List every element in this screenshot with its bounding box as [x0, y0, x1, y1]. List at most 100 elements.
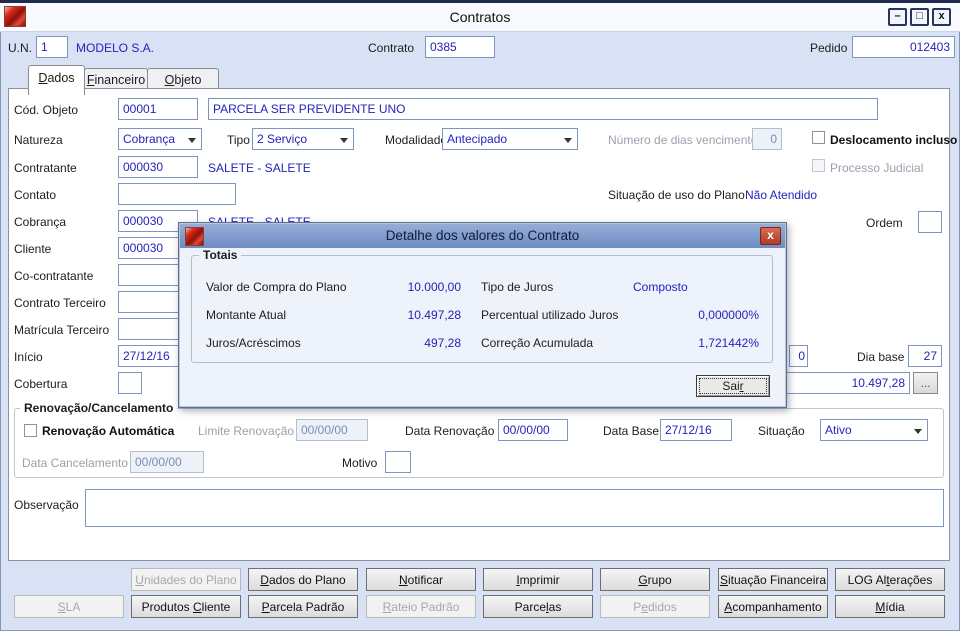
sair-button[interactable]: Sair [696, 375, 770, 397]
parcelas-button[interactable]: Parcelas [483, 595, 593, 618]
contratante-input[interactable]: 000030 [118, 156, 198, 178]
contrato-label: Contrato [368, 41, 414, 55]
dias-small-input[interactable]: 0 [789, 345, 808, 367]
dias-vencimento-input: 0 [752, 128, 782, 150]
chevron-down-icon [914, 429, 922, 434]
cod-objeto-description-input[interactable]: PARCELA SER PREVIDENTE UNO [208, 98, 878, 120]
log-alteracoes-button[interactable]: LOG Alterações [835, 568, 945, 591]
motivo-input[interactable] [385, 451, 411, 473]
juros-acrescimos-label: Juros/Acréscimos [206, 336, 301, 350]
limite-renovacao-label: Limite Renovação [198, 424, 294, 438]
detalhe-valores-dialog: Detalhe dos valores do Contrato x Totais… [178, 222, 787, 408]
data-base-label: Data Base [603, 424, 659, 438]
data-renovacao-label: Data Renovação [405, 424, 494, 438]
close-icon: x [938, 10, 944, 22]
close-icon: x [767, 228, 774, 242]
window-title: Contratos [0, 9, 960, 25]
minimize-icon: – [894, 10, 900, 22]
contrato-input[interactable]: 0385 [425, 36, 495, 58]
unidades-do-plano-button: Unidades do Plano [131, 568, 241, 591]
data-cancelamento-label: Data Cancelamento [22, 456, 128, 470]
maximize-button[interactable]: □ [910, 8, 929, 26]
contato-input[interactable] [118, 183, 236, 205]
deslocamento-checkbox[interactable] [812, 131, 825, 144]
chevron-down-icon [340, 138, 348, 143]
motivo-label: Motivo [342, 456, 377, 470]
dialog-titlebar[interactable]: Detalhe dos valores do Contrato x [180, 224, 785, 248]
cliente-label: Cliente [14, 242, 51, 256]
acompanhamento-button[interactable]: Acompanhamento [718, 595, 828, 618]
contratante-name: SALETE - SALETE [208, 161, 311, 175]
situacao-select[interactable]: Ativo [820, 419, 928, 441]
montante-atual-value: 10.497,28 [329, 308, 461, 322]
un-input[interactable]: 1 [36, 36, 68, 58]
tipo-juros-label: Tipo de Juros [481, 280, 553, 294]
natureza-label: Natureza [14, 133, 63, 147]
cobertura-label: Cobertura [14, 377, 67, 391]
cod-objeto-input[interactable]: 00001 [118, 98, 198, 120]
valor-compra-label: Valor de Compra do Plano [206, 280, 347, 294]
deslocamento-label: Deslocamento incluso [830, 133, 957, 147]
processo-judicial-checkbox [812, 159, 825, 172]
dia-base-input[interactable]: 27 [908, 345, 942, 367]
valor-compra-value: 10.000,00 [329, 280, 461, 294]
correcao-acumulada-label: Correção Acumulada [481, 336, 593, 350]
data-base-input[interactable]: 27/12/16 [660, 419, 732, 441]
ordem-input[interactable] [918, 211, 942, 233]
modalidade-label: Modalidade [385, 133, 447, 147]
natureza-select[interactable]: Cobrança [118, 128, 202, 150]
dia-base-label: Dia base [857, 350, 904, 364]
renovacao-group-title: Renovação/Cancelamento [20, 401, 177, 415]
close-button[interactable]: x [932, 8, 951, 26]
ordem-label: Ordem [866, 216, 903, 230]
maximize-icon: □ [916, 10, 923, 22]
grupo-button[interactable]: Grupo [600, 568, 710, 591]
correcao-acumulada-value: 1,721442% [604, 336, 759, 350]
minimize-button[interactable]: – [888, 8, 907, 26]
tab-dados[interactable]: Dados [28, 65, 85, 95]
cobertura-input[interactable] [118, 372, 142, 394]
observacao-textarea[interactable] [85, 489, 944, 527]
tipo-select[interactable]: 2 Serviço [252, 128, 354, 150]
contratante-label: Contratante [14, 161, 77, 175]
percentual-juros-value: 0,000000% [604, 308, 759, 322]
data-renovacao-input[interactable]: 00/00/00 [498, 419, 568, 441]
imprimir-button[interactable]: Imprimir [483, 568, 593, 591]
tipo-label: Tipo [227, 133, 250, 147]
contrato-terceiro-label: Contrato Terceiro [14, 296, 106, 310]
modalidade-select[interactable]: Antecipado [442, 128, 578, 150]
dados-do-plano-button[interactable]: Dados do Plano [248, 568, 358, 591]
dias-vencimento-label: Número de dias vencimento [608, 133, 757, 147]
un-name: MODELO S.A. [76, 41, 154, 55]
sla-button: SLA [14, 595, 124, 618]
montante-atual-label: Montante Atual [206, 308, 286, 322]
window-titlebar[interactable]: Contratos – □ x [0, 0, 960, 32]
co-contratante-label: Co-contratante [14, 269, 93, 283]
natureza-value: Cobrança [123, 132, 175, 146]
percentual-juros-label: Percentual utilizado Juros [481, 308, 618, 322]
dialog-title: Detalhe dos valores do Contrato [180, 228, 785, 243]
processo-judicial-label: Processo Judicial [830, 161, 923, 175]
situacao-label: Situação [758, 424, 805, 438]
notificar-button[interactable]: Notificar [366, 568, 476, 591]
contratos-window: Contratos – □ x U.N. 1 MODELO S.A. Contr… [0, 0, 960, 631]
situacao-financeira-button[interactable]: Situação Financeira [718, 568, 828, 591]
renovacao-automatica-checkbox[interactable] [24, 424, 37, 437]
produtos-cliente-button[interactable]: Produtos Cliente [131, 595, 241, 618]
valor-atual-browse-button[interactable]: ... [913, 372, 938, 394]
cod-objeto-label: Cód. Objeto [14, 103, 78, 117]
situacao-value: Ativo [825, 423, 852, 437]
data-cancelamento-input: 00/00/00 [130, 451, 204, 473]
parcela-padrao-button[interactable]: Parcela Padrão [248, 595, 358, 618]
un-label: U.N. [8, 41, 32, 55]
situacao-uso-label: Situação de uso do Plano [608, 188, 745, 202]
pedido-input[interactable]: 012403 [852, 36, 955, 58]
contato-label: Contato [14, 188, 56, 202]
dialog-close-button[interactable]: x [760, 227, 781, 245]
pedido-label: Pedido [810, 41, 847, 55]
midia-button[interactable]: Mídia [835, 595, 945, 618]
observacao-label: Observação [14, 498, 79, 512]
inicio-label: Início [14, 350, 43, 364]
chevron-down-icon [564, 138, 572, 143]
limite-renovacao-input: 00/00/00 [296, 419, 368, 441]
